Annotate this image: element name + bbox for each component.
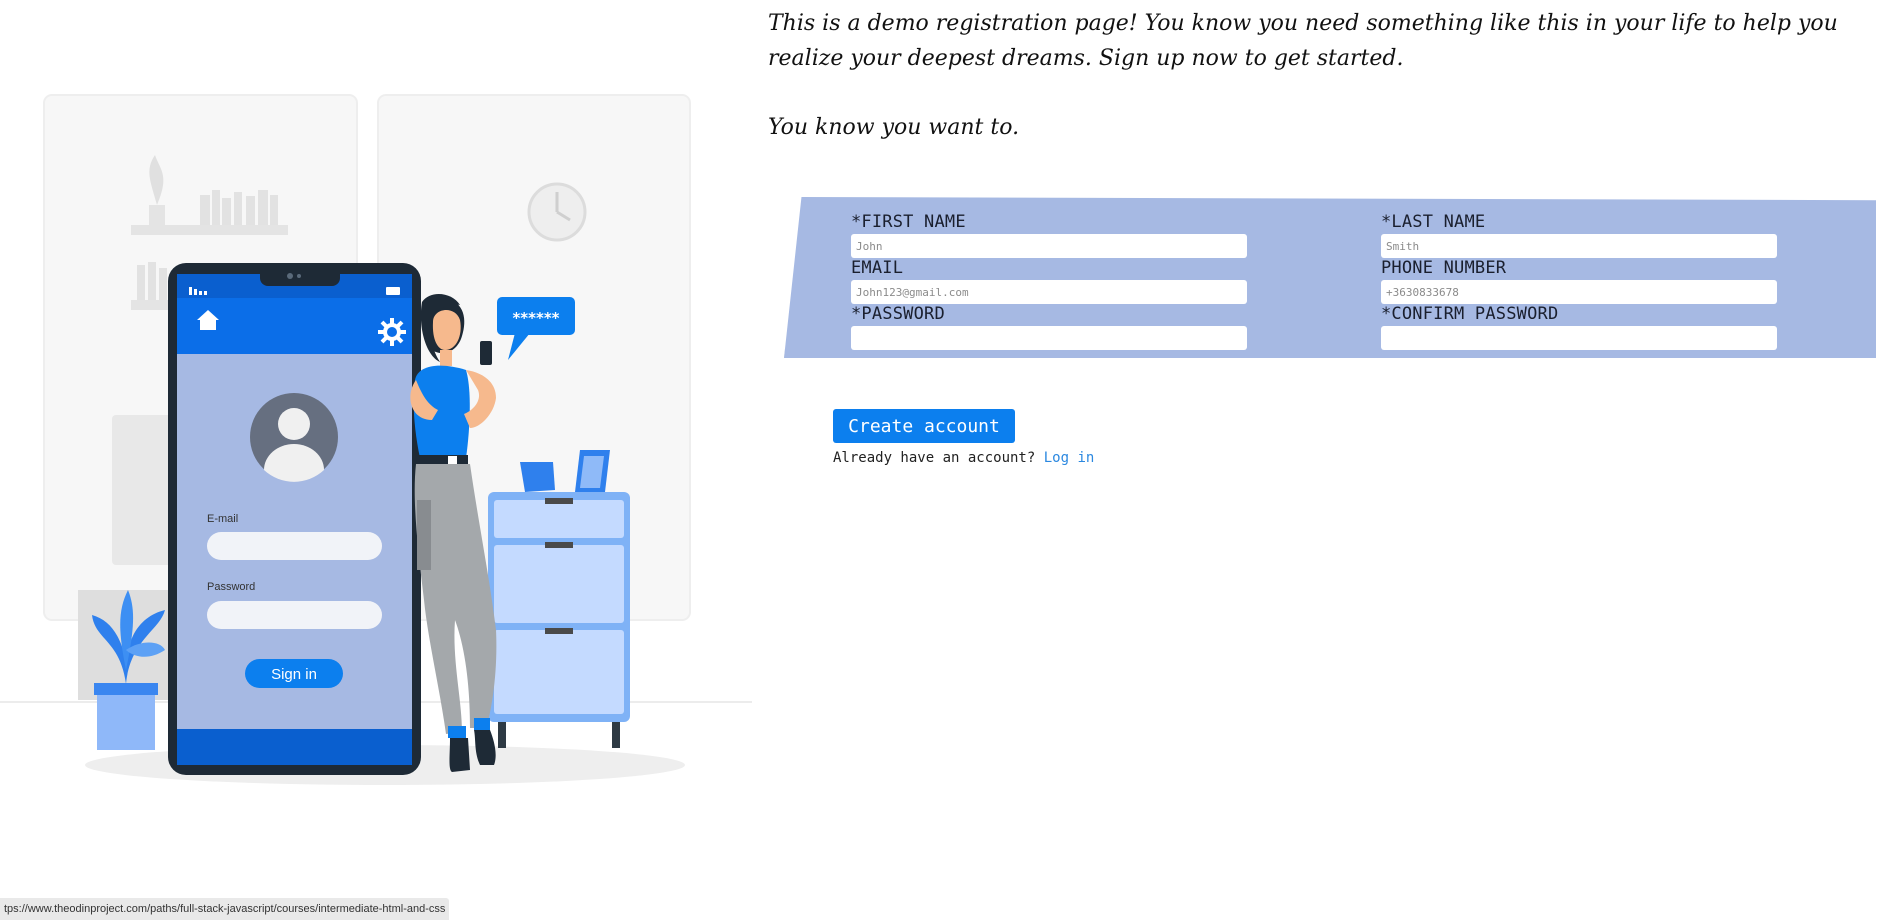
confirm-password-input[interactable] (1381, 326, 1777, 350)
phone-group: PHONE NUMBER (1381, 258, 1777, 304)
last-name-group: *LAST NAME (1381, 212, 1777, 258)
last-name-input[interactable] (1381, 234, 1777, 258)
phone-label: PHONE NUMBER (1381, 258, 1507, 278)
password-label: *PASSWORD (851, 304, 945, 324)
login-prompt: Already have an account? Log in (833, 450, 1094, 466)
confirm-password-label: *CONFIRM PASSWORD (1381, 304, 1559, 324)
registration-form: *FIRST NAME *LAST NAME EMAIL PHONE NUMBE… (784, 197, 1876, 358)
phone-password-label: Password (207, 581, 255, 593)
login-prompt-text: Already have an account? (833, 450, 1036, 466)
first-name-input[interactable] (851, 234, 1247, 258)
phone-input[interactable] (1381, 280, 1777, 304)
email-label: EMAIL (851, 258, 904, 278)
phone-signin-label: Sign in (271, 666, 317, 683)
last-name-label: *LAST NAME (1381, 212, 1486, 232)
intro-text: This is a demo registration page! You kn… (768, 11, 1838, 71)
phone-email-label: E-mail (207, 513, 238, 525)
illustration: E-mail Password Sign in ****** (0, 0, 760, 920)
confirm-password-group: *CONFIRM PASSWORD (1381, 304, 1777, 350)
email-input[interactable] (851, 280, 1247, 304)
password-input[interactable] (851, 326, 1247, 350)
bubble-password-mask: ****** (512, 309, 559, 327)
first-name-group: *FIRST NAME (851, 212, 1247, 258)
password-group: *PASSWORD (851, 304, 1247, 350)
status-bar-url: tps://www.theodinproject.com/paths/full-… (0, 898, 450, 920)
registration-content: This is a demo registration page! You kn… (768, 0, 1878, 466)
intro-subtext: You know you want to. (768, 115, 1020, 140)
create-account-button[interactable]: Create account (833, 409, 1015, 443)
email-group: EMAIL (851, 258, 1247, 304)
login-link[interactable]: Log in (1044, 450, 1095, 466)
first-name-label: *FIRST NAME (851, 212, 966, 232)
registration-illustration: E-mail Password Sign in ****** (0, 94, 752, 785)
